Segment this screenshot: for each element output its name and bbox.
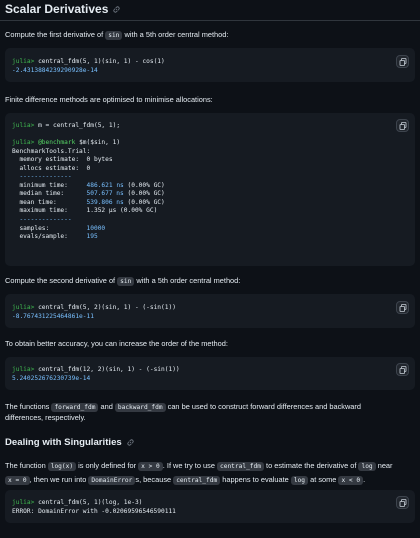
inline-code: sin — [117, 277, 135, 286]
copy-button[interactable] — [396, 301, 409, 314]
inline-code: log — [290, 476, 309, 485]
paragraph: The function log(x) is only defined for … — [5, 461, 393, 485]
section-title: Dealing with Singularities — [5, 436, 134, 450]
inline-code: x > 0 — [138, 462, 163, 471]
divider — [0, 20, 420, 21]
section-dealing-with-singularities: Dealing with Singularities — [5, 436, 134, 450]
inline-code: log — [358, 462, 376, 471]
copy-icon — [399, 365, 406, 374]
repl-prompt: julia> — [12, 58, 35, 65]
paragraph: To obtain better accuracy, you can incre… — [5, 339, 228, 348]
inline-code: x < 0 — [338, 476, 364, 485]
link-icon[interactable] — [113, 6, 120, 13]
inline-code: backward_fdm — [114, 403, 166, 412]
copy-button[interactable] — [396, 119, 409, 132]
inline-code: central_fdm — [173, 476, 221, 485]
code-input: central_fdm(5, 1)(sin, 1) - cos(1) — [34, 58, 165, 65]
copy-icon — [399, 498, 406, 507]
code-block[interactable]: julia> central_fdm(5, 1)(log, 1e-3) ERRO… — [5, 490, 415, 523]
section-title: Scalar Derivatives — [5, 1, 120, 18]
copy-icon — [399, 57, 406, 66]
section-scalar-derivatives: Scalar Derivatives — [5, 1, 120, 18]
copy-button[interactable] — [396, 55, 409, 68]
code-block[interactable]: julia> central_fdm(12, 2)(sin, 1) - (-si… — [5, 357, 415, 390]
paragraph: Compute the first derivative of sin with… — [5, 30, 229, 40]
code-block[interactable]: julia> central_fdm(5, 1)(sin, 1) - cos(1… — [5, 48, 415, 82]
inline-code: central_fdm — [217, 462, 264, 471]
paragraph: Finite difference methods are optimised … — [5, 95, 213, 104]
copy-icon — [399, 121, 406, 130]
code-block[interactable]: julia> central_fdm(5, 2)(sin, 1) - (-sin… — [5, 294, 415, 328]
copy-icon — [399, 303, 406, 312]
copy-button[interactable] — [396, 496, 409, 509]
inline-code: DomainError — [88, 476, 136, 485]
code-output: -2.4313884239290928e-14 — [12, 66, 98, 74]
copy-button[interactable] — [396, 363, 409, 376]
inline-code: x = 0 — [5, 476, 30, 485]
code-block[interactable]: julia> m = central_fdm(5, 1); julia> @be… — [5, 113, 415, 266]
paragraph: The functions forward_fdm and backward_f… — [5, 402, 361, 422]
inline-code: log(x) — [47, 462, 77, 471]
link-icon[interactable] — [127, 439, 134, 447]
paragraph: Compute the second derivative of sin wit… — [5, 276, 241, 286]
inline-code: sin — [105, 31, 123, 40]
inline-code: forward_fdm — [51, 403, 99, 412]
